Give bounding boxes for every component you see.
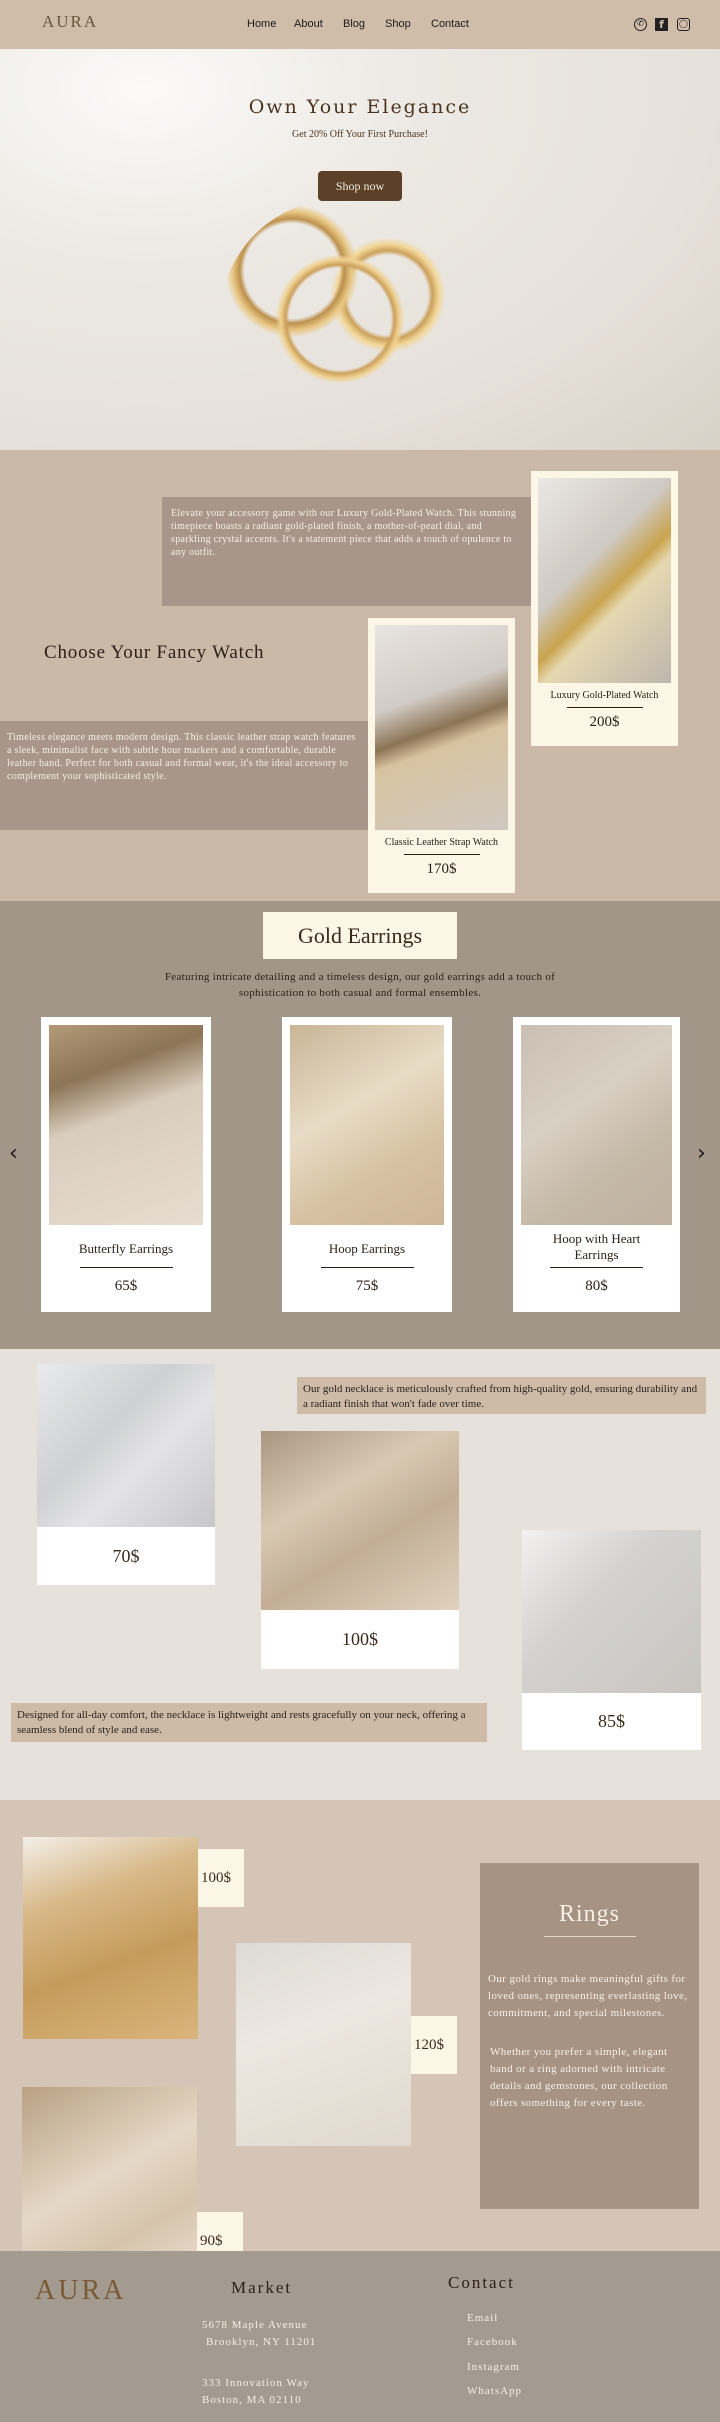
address-line: 333 Innovation Way	[202, 2377, 310, 2389]
necklace-description-bottom: Designed for all-day comfort, the neckla…	[11, 1703, 487, 1742]
leather-watch-description: Timeless elegance meets modern design. T…	[0, 721, 368, 830]
rings-info-panel: Rings Our gold rings make meaningful gif…	[480, 1863, 699, 2209]
contact-heading: Contact	[448, 2273, 515, 2292]
address-line: Brooklyn, NY 11201	[206, 2336, 317, 2348]
product-price: 200$	[589, 714, 620, 730]
ring-price: 100$	[198, 1849, 244, 1907]
ring-image[interactable]	[23, 1837, 198, 2039]
divider	[403, 854, 480, 855]
product-card[interactable]: Butterfly Earrings 65$	[41, 1017, 211, 1312]
hero-rings-image	[220, 199, 460, 439]
necklace-section: 70$ Our gold necklace is meticulously cr…	[0, 1349, 720, 1800]
chevron-left-icon[interactable]: ‹	[9, 1141, 18, 1166]
hero-section: Own Your Elegance Get 20% Off Your First…	[0, 49, 720, 450]
site-footer: AURA Market 5678 Maple Avenue Brooklyn, …	[0, 2251, 720, 2422]
product-card[interactable]: 100$	[261, 1431, 459, 1669]
footer-link-email[interactable]: Email	[467, 2312, 498, 2324]
product-card-leather-watch[interactable]: Classic Leather Strap Watch 170$	[368, 618, 515, 893]
logo[interactable]: AURA	[42, 12, 98, 32]
watch-section: Elevate your accessory game with our Lux…	[0, 450, 720, 901]
site-header: AURA Home About Blog Shop Contact ✆ f ◯	[0, 0, 720, 49]
product-card[interactable]: Hoop Earrings 75$	[282, 1017, 452, 1312]
product-card[interactable]: Hoop with Heart Earrings 80$	[513, 1017, 680, 1312]
section-title: Gold Earrings	[263, 912, 457, 959]
heart-earrings-image	[521, 1025, 672, 1225]
footer-link-instagram[interactable]: Instagram	[467, 2361, 520, 2373]
nav-home[interactable]: Home	[247, 18, 276, 30]
hero-subtitle: Get 20% Off Your First Purchase!	[292, 129, 428, 140]
ring-image[interactable]	[236, 1943, 411, 2146]
facebook-icon[interactable]: f	[655, 18, 668, 31]
product-name: Luxury Gold-Plated Watch	[550, 690, 659, 701]
ring-price: 120$	[411, 2016, 457, 2074]
address-line: 5678 Maple Avenue	[202, 2319, 308, 2331]
rings-paragraph-2: Whether you prefer a simple, elegant ban…	[490, 2046, 668, 2109]
nav-blog[interactable]: Blog	[343, 18, 365, 30]
divider	[543, 1936, 636, 1937]
necklace-image	[37, 1364, 215, 1527]
product-card-gold-watch[interactable]: Luxury Gold-Plated Watch 200$	[531, 471, 678, 746]
necklace-image	[261, 1431, 459, 1610]
divider	[550, 1267, 643, 1268]
whatsapp-icon[interactable]: ✆	[634, 18, 647, 31]
shop-now-button[interactable]: Shop now	[318, 171, 402, 201]
product-price: 75$	[355, 1278, 379, 1294]
product-name: Hoop with Heart Earrings	[552, 1231, 641, 1262]
hoop-earrings-image	[290, 1025, 444, 1225]
product-price: 100$	[342, 1629, 378, 1649]
product-name: Butterfly Earrings	[78, 1241, 174, 1256]
hero-title: Own Your Elegance	[248, 96, 472, 118]
instagram-icon[interactable]: ◯	[677, 18, 690, 31]
gold-watch-image	[538, 478, 671, 683]
footer-logo: AURA	[35, 2275, 127, 2306]
divider	[320, 1267, 414, 1268]
rings-paragraph-1: Our gold rings make meaningful gifts for…	[488, 1973, 688, 2019]
product-price: 65$	[114, 1278, 138, 1294]
product-card[interactable]: 85$	[522, 1530, 701, 1750]
section-title: Rings	[558, 1901, 620, 1927]
product-name: Classic Leather Strap Watch	[384, 837, 499, 848]
nav-shop[interactable]: Shop	[385, 18, 411, 30]
divider	[79, 1267, 173, 1268]
gold-watch-description: Elevate your accessory game with our Lux…	[162, 497, 531, 606]
chevron-right-icon[interactable]: ›	[697, 1141, 706, 1166]
footer-link-facebook[interactable]: Facebook	[467, 2336, 518, 2348]
product-price: 170$	[426, 861, 457, 877]
earrings-section: Gold Earrings Featuring intricate detail…	[0, 901, 720, 1349]
product-price: 70$	[112, 1546, 140, 1566]
product-price: 80$	[585, 1278, 608, 1294]
product-card[interactable]: 70$	[37, 1364, 215, 1585]
butterfly-earrings-image	[49, 1025, 203, 1225]
market-heading: Market	[231, 2278, 293, 2297]
section-description: Featuring intricate detailing and a time…	[164, 971, 556, 999]
address-line: Boston, MA 02110	[202, 2394, 302, 2406]
rings-section: 100$ 120$ 90$ Rings Our gold rings make …	[0, 1800, 720, 2289]
divider	[566, 707, 643, 708]
nav-contact[interactable]: Contact	[431, 18, 469, 30]
footer-link-whatsapp[interactable]: WhatsApp	[467, 2385, 522, 2397]
leather-watch-image	[375, 625, 508, 830]
necklace-description-top: Our gold necklace is meticulously crafte…	[297, 1377, 706, 1414]
section-heading: Choose Your Fancy Watch	[44, 642, 265, 663]
product-price: 85$	[598, 1711, 625, 1731]
nav-about[interactable]: About	[294, 18, 323, 30]
necklace-image	[522, 1530, 701, 1693]
product-name: Hoop Earrings	[328, 1241, 406, 1256]
